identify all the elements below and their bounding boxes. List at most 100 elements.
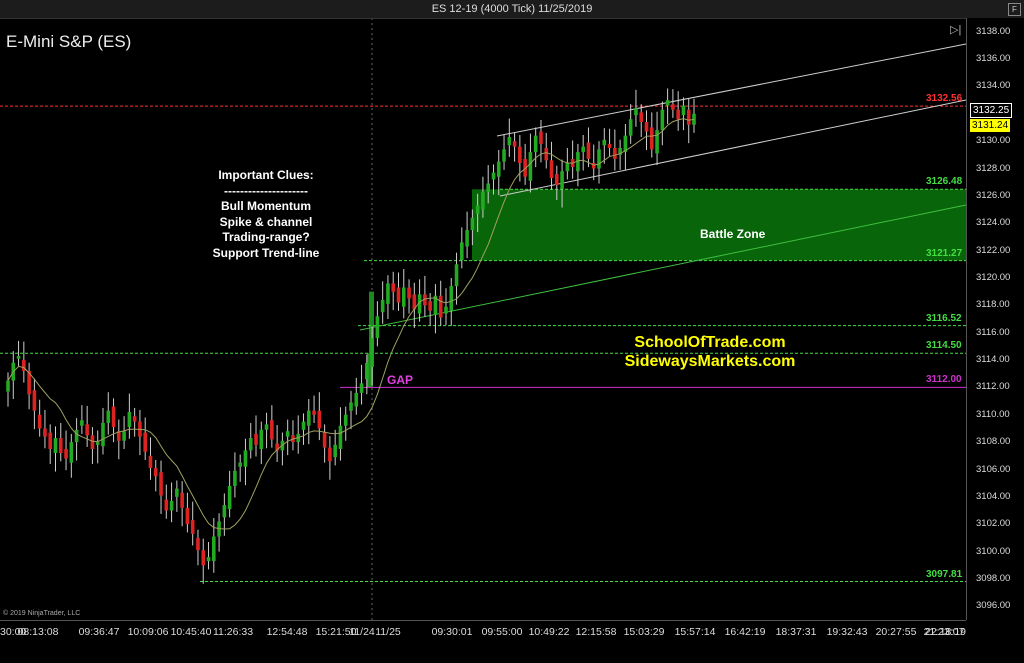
candle-body [370, 338, 374, 367]
candle-body [507, 137, 512, 146]
candle-body [212, 536, 216, 562]
y-tick-label: 3108.00 [976, 436, 1011, 448]
candle-body [48, 432, 53, 449]
candle-body [69, 442, 74, 463]
y-tick-label: 3104.00 [976, 490, 1011, 502]
x-tick-label: 15:03:29 [623, 626, 665, 638]
candle-body [90, 435, 95, 449]
candle-body [649, 127, 654, 150]
y-tick-label: 3118.00 [976, 299, 1010, 311]
candle-body [549, 160, 554, 179]
candle-body [428, 301, 432, 311]
f-button[interactable]: F [1008, 3, 1021, 16]
x-tick-label: 12:54:48 [266, 626, 308, 638]
important-clues: Important Clues: --------------------- B… [196, 168, 336, 261]
battle-zone-label: Battle Zone [700, 227, 766, 241]
candle-body [359, 383, 364, 393]
x-tick-label: 09:55:00 [481, 626, 523, 638]
candle-body [306, 410, 311, 426]
candle-body [101, 422, 105, 447]
candle-body [248, 438, 253, 451]
clue-line: Spike & channel [219, 214, 313, 229]
x-tick-label: 10:09:06 [127, 626, 169, 638]
candle-body [148, 455, 153, 469]
candle-body [607, 143, 612, 148]
x-tick-label: 08:13:08 [17, 626, 59, 638]
candle-body [227, 485, 232, 510]
price-level-label: 3126.48 [926, 176, 963, 188]
site-labels: SchoolOfTrade.com SidewaysMarkets.com [600, 333, 820, 371]
x-tick-label: 19:32:43 [826, 626, 868, 638]
x-tick-label: 18:37:31 [775, 626, 817, 638]
x-tick-label: 11/24 [349, 626, 375, 638]
candle-body [602, 139, 607, 146]
price-level-label: 3132.56 [926, 93, 963, 105]
candle-body [660, 109, 665, 131]
price-level-label: 3116.52 [926, 312, 962, 324]
y-tick-label: 3128.00 [976, 162, 1011, 174]
collapse-panel-icon[interactable]: ▷| [950, 23, 961, 36]
candle-body [555, 173, 559, 185]
candle-body [185, 507, 190, 525]
current-price-tag: 3131.24 [970, 119, 1011, 133]
y-tick-label: 3122.00 [976, 244, 1011, 256]
candle-body [111, 406, 116, 428]
candle-body [671, 104, 675, 110]
gap-label: GAP [387, 373, 414, 387]
candle-body [270, 420, 274, 440]
candle-body [491, 172, 496, 180]
candle-body [32, 390, 37, 411]
x-tick-label: 12:15:58 [575, 626, 617, 638]
candle-body [502, 149, 506, 162]
y-tick-label: 3124.00 [976, 217, 1011, 229]
candle-body [343, 414, 348, 426]
candle-body [301, 421, 306, 430]
channel-lower-line [499, 99, 967, 197]
candle-body [333, 444, 337, 458]
x-tick-label: 10:49:22 [528, 626, 570, 638]
instrument-name: E-Mini S&P (ES) [6, 32, 132, 51]
title-bar: ES 12-19 (4000 Tick) 11/25/2019 [0, 0, 1024, 19]
candle-body [581, 146, 585, 153]
candle-body [628, 119, 633, 136]
chart-title: ES 12-19 (4000 Tick) 11/25/2019 [431, 3, 593, 15]
candle-body [175, 488, 179, 497]
candle-body [169, 500, 174, 511]
candle-body [586, 142, 591, 159]
candle-body [444, 306, 448, 314]
candle-body [238, 462, 242, 467]
candle-body [449, 286, 454, 311]
candle-body [528, 152, 533, 181]
y-tick-label: 3098.00 [976, 572, 1011, 584]
candle-body [386, 283, 390, 304]
candle-body [143, 432, 147, 452]
candle-body [365, 362, 369, 380]
candle-body [259, 429, 264, 449]
price-level-label: 3121.27 [926, 247, 963, 259]
candle-body [328, 447, 332, 462]
candle-body [322, 432, 327, 448]
candle-body [438, 295, 443, 318]
candle-body [375, 316, 380, 339]
candle-body [53, 438, 58, 454]
y-tick-label: 3116.00 [976, 326, 1010, 338]
candle-body [206, 557, 211, 562]
price-chart[interactable] [0, 0, 1024, 662]
y-tick-label: 3110.00 [976, 408, 1010, 420]
candle-body [254, 433, 258, 445]
candle-body [127, 412, 132, 428]
candle-body [465, 230, 469, 247]
x-tick-label: 10:45:40 [170, 626, 212, 638]
x-tick-label: 15:57:14 [674, 626, 716, 638]
candle-body [37, 414, 42, 429]
clue-line: Support Trend-line [212, 245, 320, 260]
candle-body [285, 431, 290, 437]
candle-body [634, 108, 638, 116]
candle-body [233, 470, 237, 486]
chart-area[interactable] [0, 0, 1024, 662]
candle-body [95, 442, 100, 445]
candle-body [43, 428, 47, 437]
candle-body [454, 264, 459, 287]
y-tick-label: 3102.00 [976, 518, 1011, 530]
candle-body [597, 149, 601, 169]
